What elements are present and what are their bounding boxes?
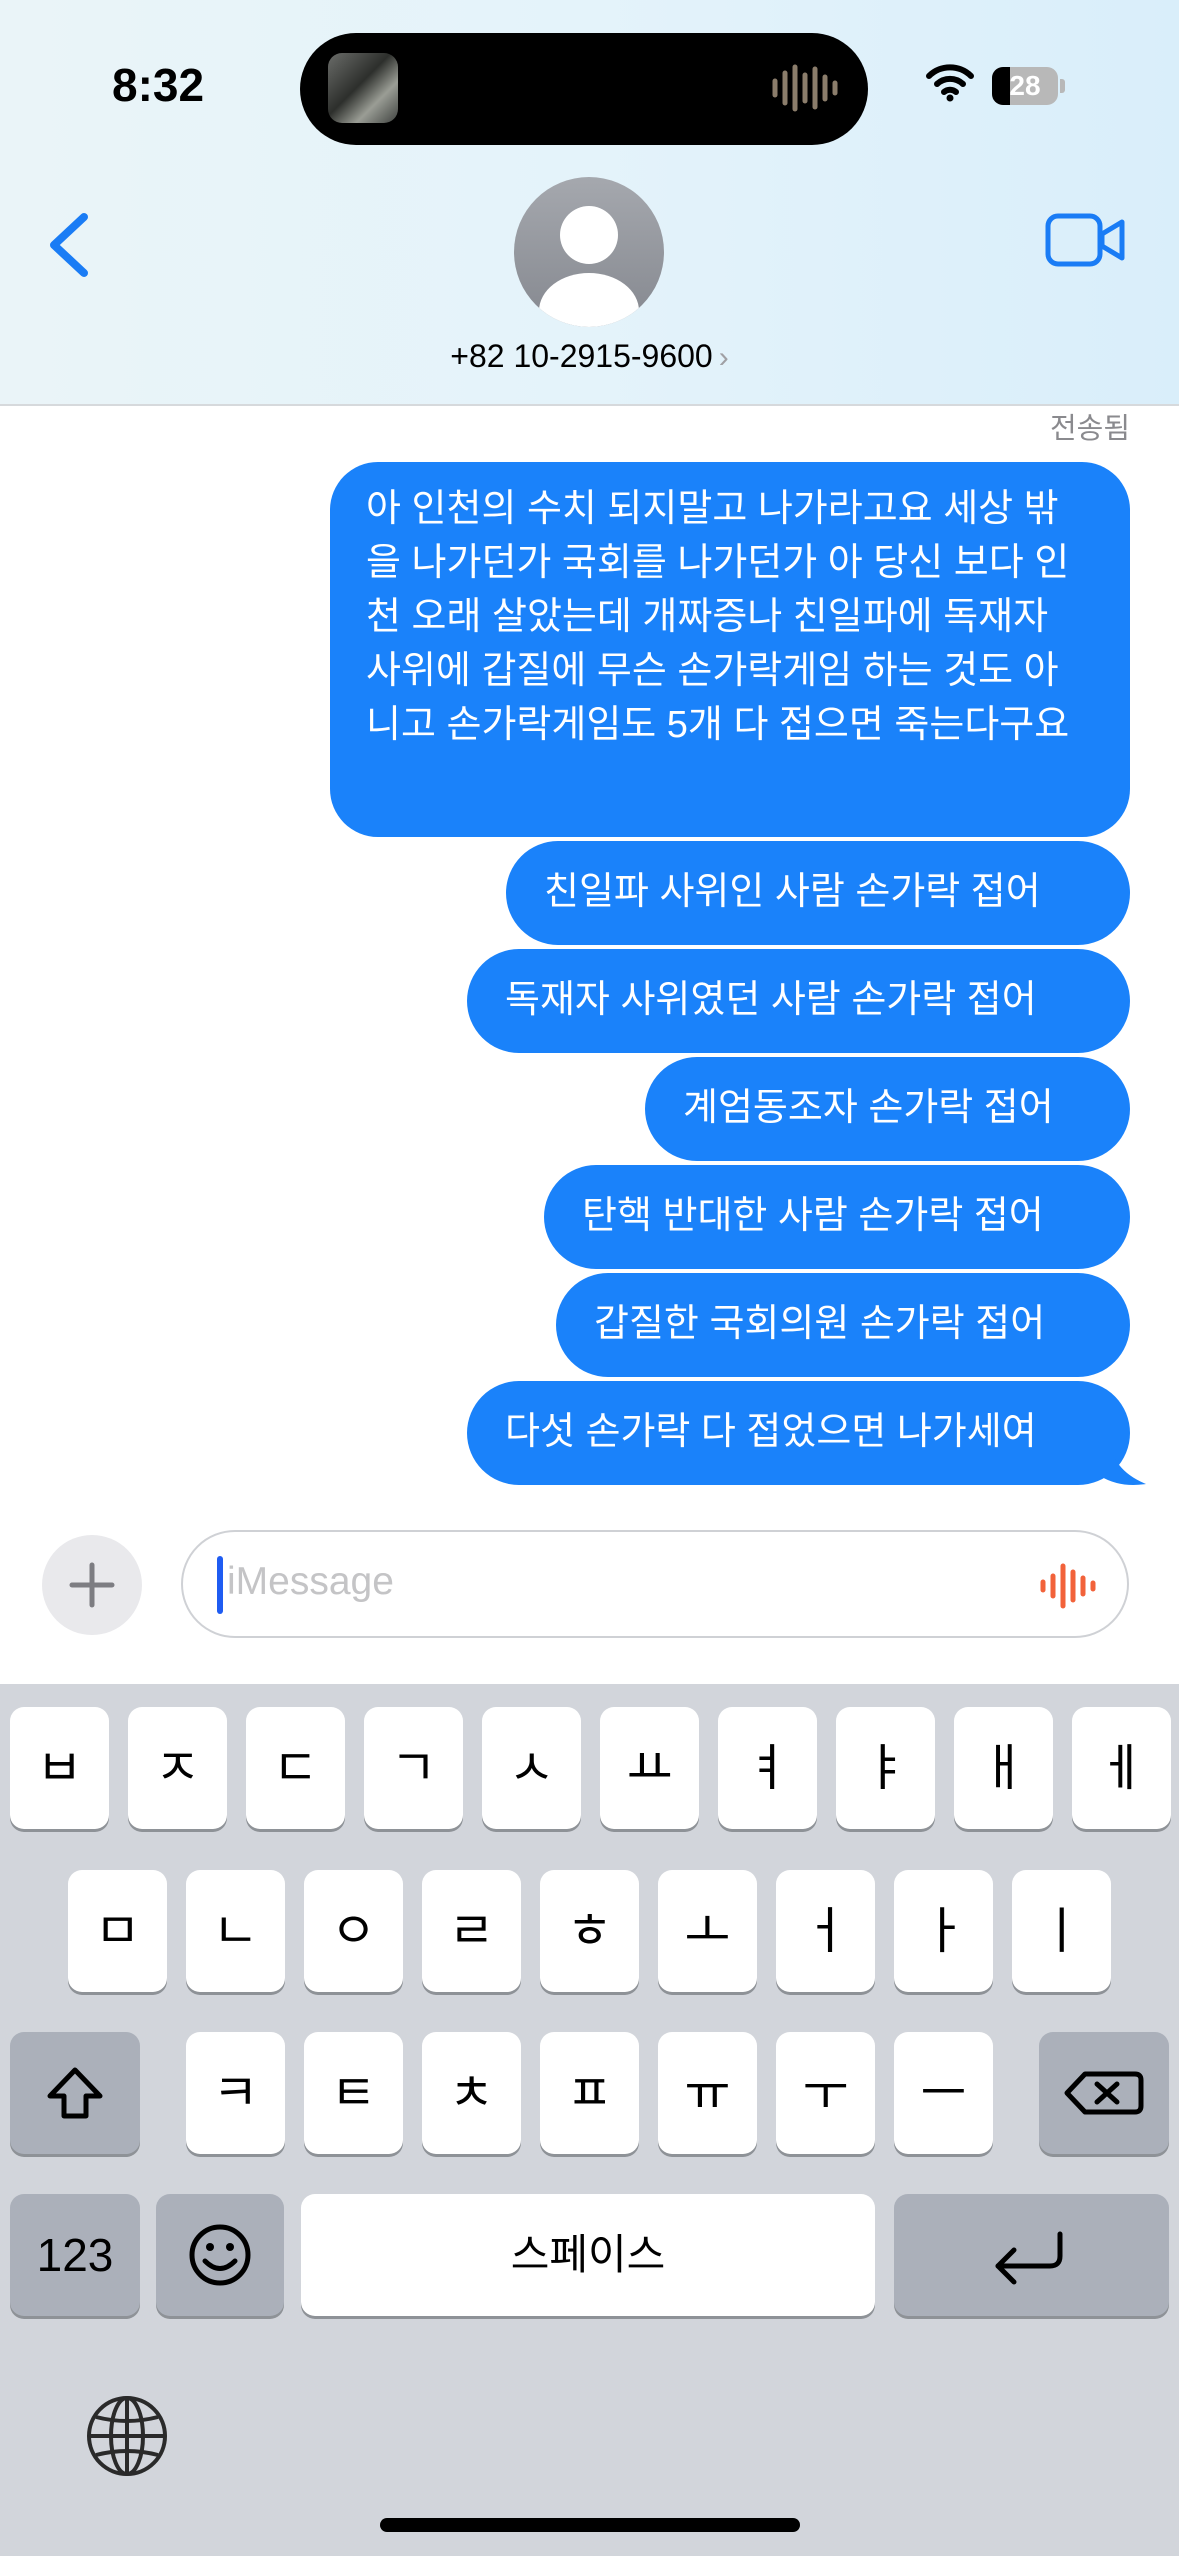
globe-icon[interactable] (84, 2393, 170, 2479)
back-chevron-icon[interactable] (40, 205, 100, 285)
key[interactable]: ㅅ (482, 1707, 581, 1829)
key[interactable]: ㅗ (658, 1870, 757, 1992)
message-bubble[interactable]: 계엄동조자 손가락 접어 (645, 1057, 1130, 1161)
wifi-icon (926, 64, 974, 102)
key[interactable]: ㄴ (186, 1870, 285, 1992)
key[interactable]: ㅌ (304, 2032, 403, 2154)
contact-number: +82 10-2915-9600 (450, 338, 713, 374)
person-placeholder-icon (539, 206, 639, 327)
delivery-status: 전송됨 (1049, 413, 1130, 445)
message-bubble[interactable]: 아 인천의 수치 되지말고 나가라고요 세상 밖을 나가던가 국회를 나가던가 … (330, 462, 1130, 837)
key[interactable]: ㅐ (954, 1707, 1053, 1829)
return-key[interactable] (894, 2194, 1169, 2316)
message-bubble[interactable]: 친일파 사위인 사람 손가락 접어 (506, 841, 1130, 945)
return-icon (995, 2231, 1063, 2285)
message-bubble[interactable]: 다섯 손가락 다 접었으면 나가세여 (467, 1381, 1130, 1485)
message-input[interactable]: iMessage (181, 1530, 1129, 1638)
key[interactable]: ㅔ (1072, 1707, 1171, 1829)
key[interactable]: ㅍ (540, 2032, 639, 2154)
dynamic-island[interactable] (300, 33, 868, 145)
text-cursor (217, 1556, 223, 1614)
chevron-right-icon: › (718, 341, 729, 374)
battery-level: 28 (1009, 70, 1041, 101)
key[interactable]: ㅠ (658, 2032, 757, 2154)
video-camera-icon[interactable] (1044, 210, 1126, 270)
key[interactable]: ㅎ (540, 1870, 639, 1992)
plus-button[interactable] (42, 1535, 142, 1635)
key[interactable]: ㅈ (128, 1707, 227, 1829)
bubble-tail (1100, 1440, 1146, 1485)
key[interactable]: ㅑ (836, 1707, 935, 1829)
message-bubble[interactable]: 갑질한 국회의원 손가락 접어 (556, 1273, 1130, 1377)
conversation-header: 8:32 28 +82 10-2915-9600 › (0, 0, 1179, 406)
key[interactable]: ㅊ (422, 2032, 521, 2154)
plus-icon (69, 1562, 115, 1608)
contact-avatar[interactable] (514, 177, 664, 327)
key[interactable]: ㅋ (186, 2032, 285, 2154)
key[interactable]: ㅣ (1012, 1870, 1111, 1992)
message-input-placeholder: iMessage (227, 1560, 394, 1603)
numbers-key[interactable]: 123 (10, 2194, 140, 2316)
key[interactable]: ㄹ (422, 1870, 521, 1992)
key[interactable]: ㅂ (10, 1707, 109, 1829)
key[interactable]: ㄱ (364, 1707, 463, 1829)
key[interactable]: ㅕ (718, 1707, 817, 1829)
keyboard: ㅂ ㅈ ㄷ ㄱ ㅅ ㅛ ㅕ ㅑ ㅐ ㅔ ㅁ ㄴ ㅇ ㄹ ㅎ ㅗ ㅓ ㅏ ㅣ ㅋ … (0, 1684, 1179, 2556)
emoji-key[interactable] (156, 2194, 284, 2316)
key[interactable]: ㅇ (304, 1870, 403, 1992)
audio-waveform-icon[interactable] (1039, 1562, 1097, 1610)
audio-waveform-icon (772, 64, 838, 112)
battery-icon: 28 (992, 67, 1066, 105)
home-indicator[interactable] (380, 2518, 800, 2532)
space-key[interactable]: 스페이스 (301, 2194, 875, 2316)
message-bubble[interactable]: 독재자 사위였던 사람 손가락 접어 (467, 949, 1130, 1053)
key[interactable]: ㅜ (776, 2032, 875, 2154)
delete-icon (1064, 2071, 1144, 2115)
status-time: 8:32 (112, 59, 205, 111)
shift-key[interactable] (10, 2032, 140, 2154)
album-art (328, 53, 398, 123)
message-bubble[interactable]: 탄핵 반대한 사람 손가락 접어 (544, 1165, 1130, 1269)
shift-icon (47, 2067, 103, 2119)
key[interactable]: ㅡ (894, 2032, 993, 2154)
contact-name-button[interactable]: +82 10-2915-9600 › (0, 338, 1179, 375)
key[interactable]: ㄷ (246, 1707, 345, 1829)
key[interactable]: ㅓ (776, 1870, 875, 1992)
delete-key[interactable] (1039, 2032, 1169, 2154)
emoji-icon (189, 2224, 251, 2286)
key[interactable]: ㅛ (600, 1707, 699, 1829)
key[interactable]: ㅏ (894, 1870, 993, 1992)
key[interactable]: ㅁ (68, 1870, 167, 1992)
